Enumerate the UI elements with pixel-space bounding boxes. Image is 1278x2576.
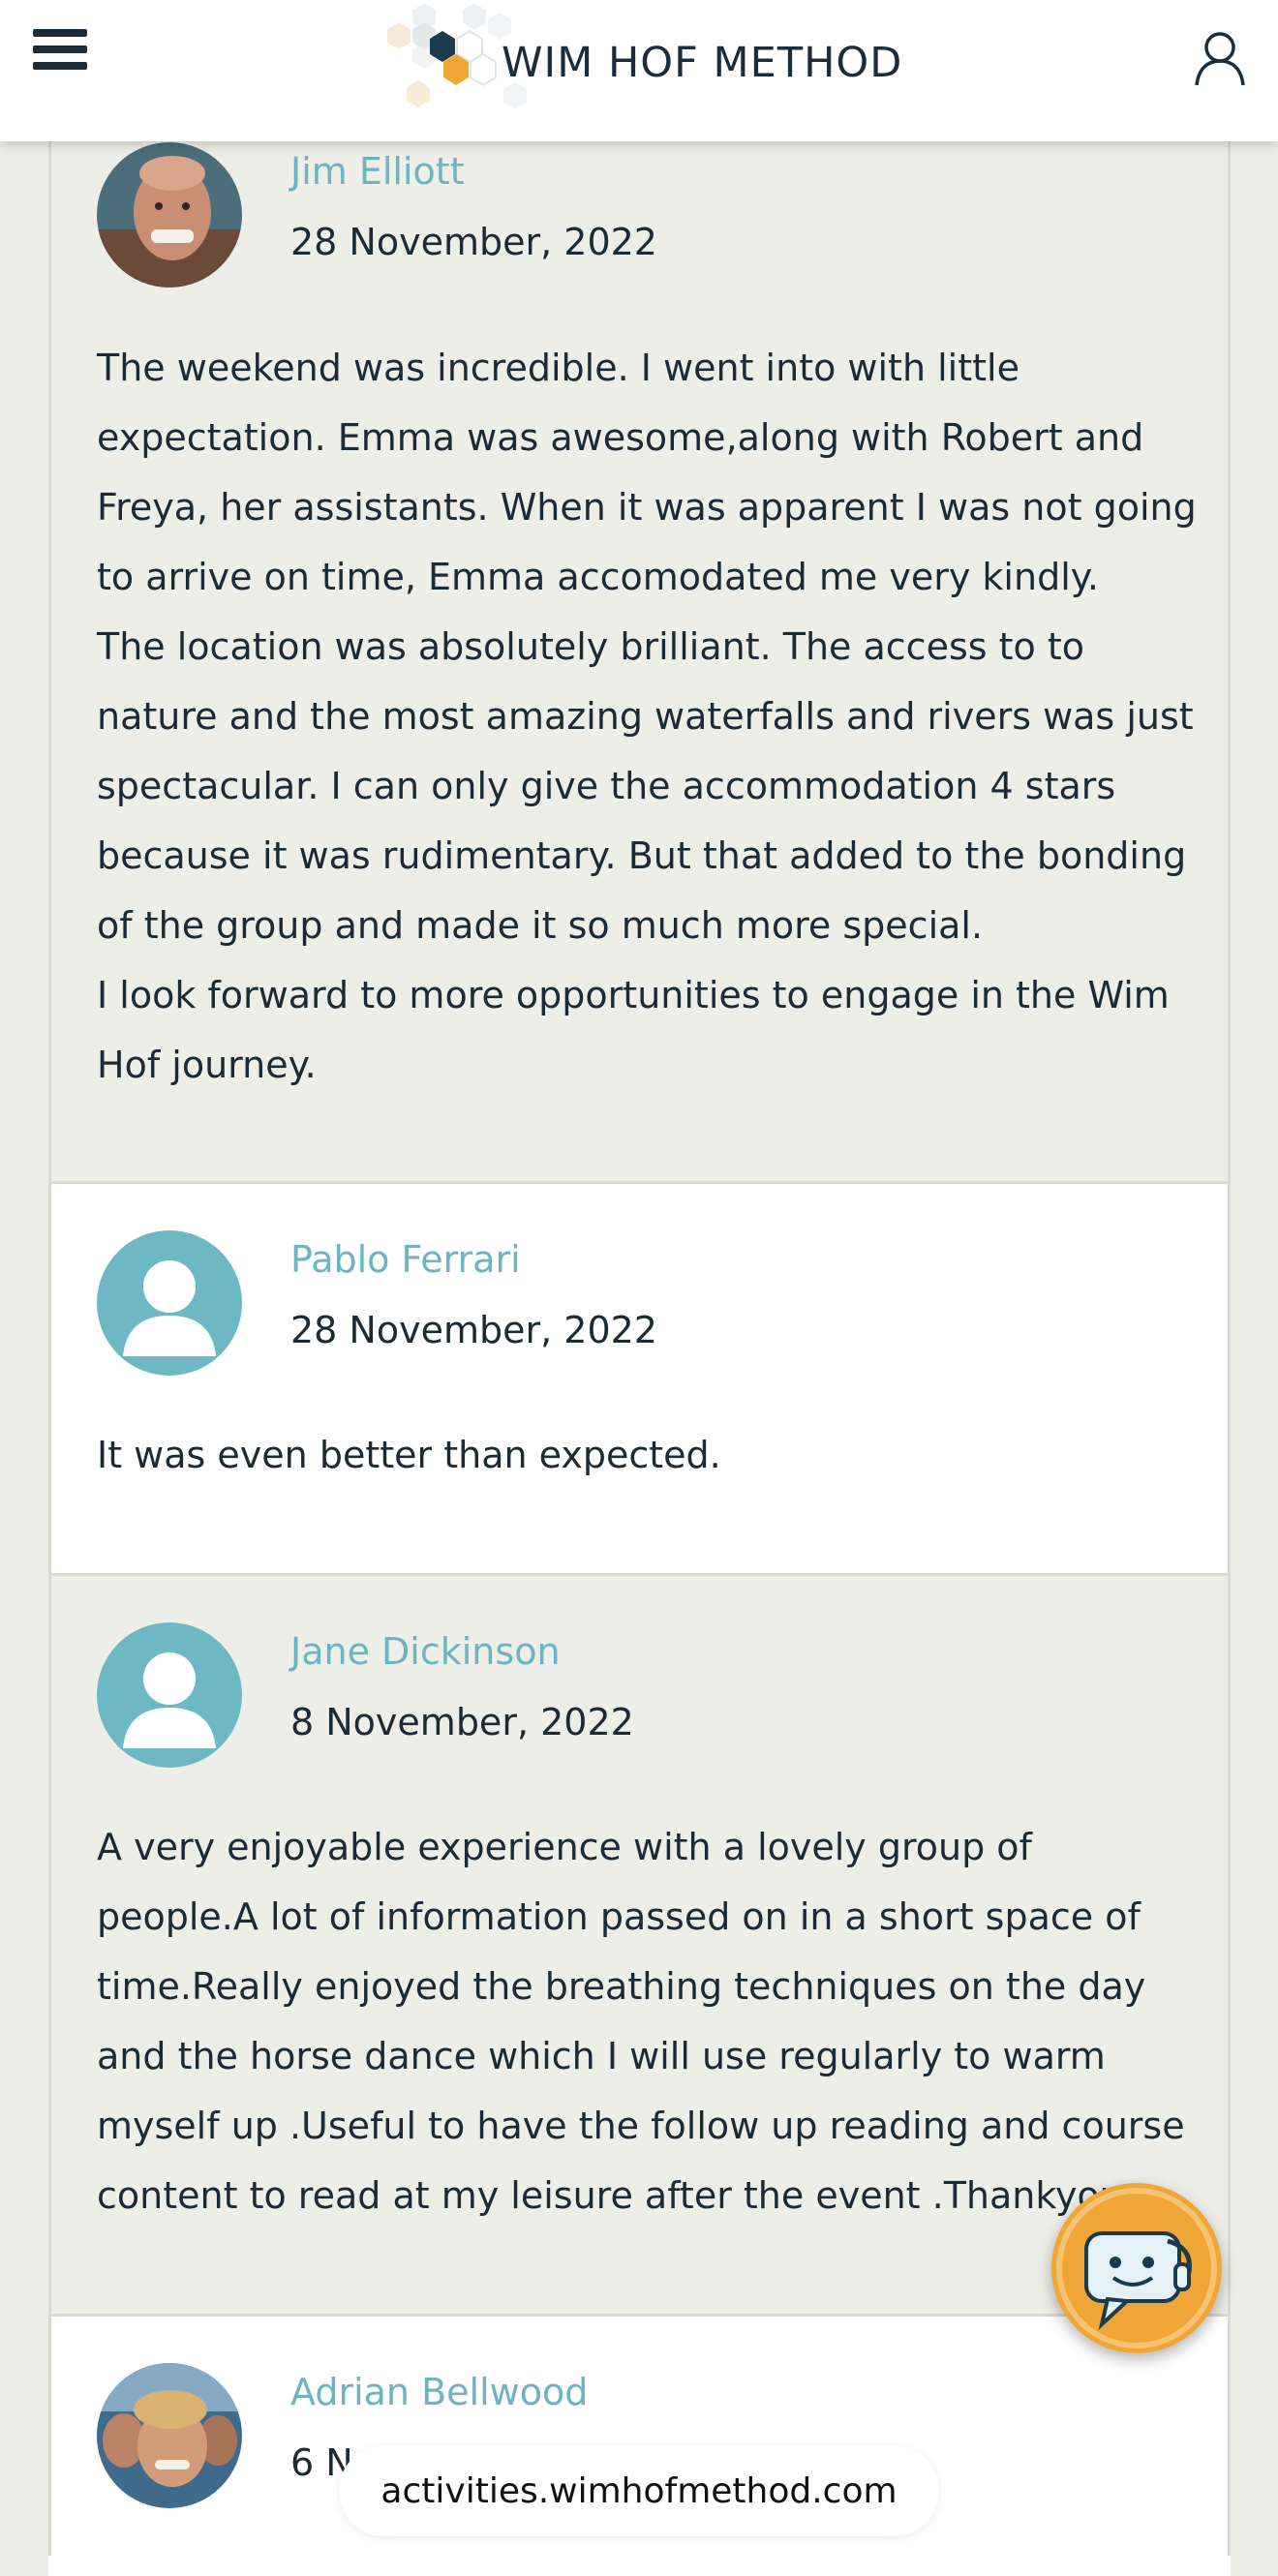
- hamburger-menu-icon[interactable]: [33, 29, 87, 77]
- user-icon[interactable]: [1191, 29, 1249, 87]
- reviewer-avatar: [97, 2363, 242, 2508]
- content-continuation: [48, 2556, 1231, 2576]
- review-text: It was even better than expected.: [97, 1420, 1201, 1490]
- url-text: activities.wimhofmethod.com: [380, 2470, 898, 2511]
- review-text: A very enjoyable experience with a lovel…: [97, 1812, 1201, 2230]
- default-user-icon: [97, 1230, 242, 1376]
- chat-bot-button[interactable]: [1051, 2183, 1222, 2353]
- reviewer-photo: [97, 142, 242, 288]
- reviewer-name[interactable]: Pablo Ferrari: [290, 1238, 521, 1281]
- site-logo[interactable]: WIM HOF METHOD: [349, 0, 929, 141]
- review-paragraph: A very enjoyable experience with a lovel…: [97, 1826, 1185, 2217]
- default-user-icon: [97, 1622, 242, 1768]
- reviewer-avatar: [97, 142, 242, 288]
- review-text: The weekend was incredible. I went into …: [97, 333, 1201, 1100]
- chat-bot-icon: [1056, 2188, 1217, 2349]
- reviewer-name[interactable]: Jane Dickinson: [290, 1630, 561, 1673]
- review-paragraph: The weekend was incredible. I went into …: [97, 347, 1197, 598]
- review-card: Jim Elliott 28 November, 2022 The weeken…: [48, 0, 1231, 1184]
- logo-text: WIM HOF METHOD: [502, 39, 903, 87]
- reviewer-photo: [97, 2363, 242, 2508]
- browser-url-bar[interactable]: activities.wimhofmethod.com: [339, 2445, 939, 2536]
- review-date: 8 November, 2022: [290, 1701, 634, 1743]
- reviewer-name[interactable]: Jim Elliott: [290, 150, 465, 193]
- review-card: Pablo Ferrari 28 November, 2022 It was e…: [48, 1184, 1231, 1576]
- review-date: 28 November, 2022: [290, 1309, 657, 1351]
- review-date: 28 November, 2022: [290, 221, 657, 263]
- reviewer-name[interactable]: Adrian Bellwood: [290, 2371, 588, 2413]
- site-header: WIM HOF METHOD: [0, 0, 1278, 141]
- review-paragraph: I look forward to more opportunities to …: [97, 974, 1170, 1086]
- review-paragraph: The location was absolutely brilliant. T…: [97, 625, 1194, 947]
- review-paragraph: It was even better than expected.: [97, 1434, 721, 1476]
